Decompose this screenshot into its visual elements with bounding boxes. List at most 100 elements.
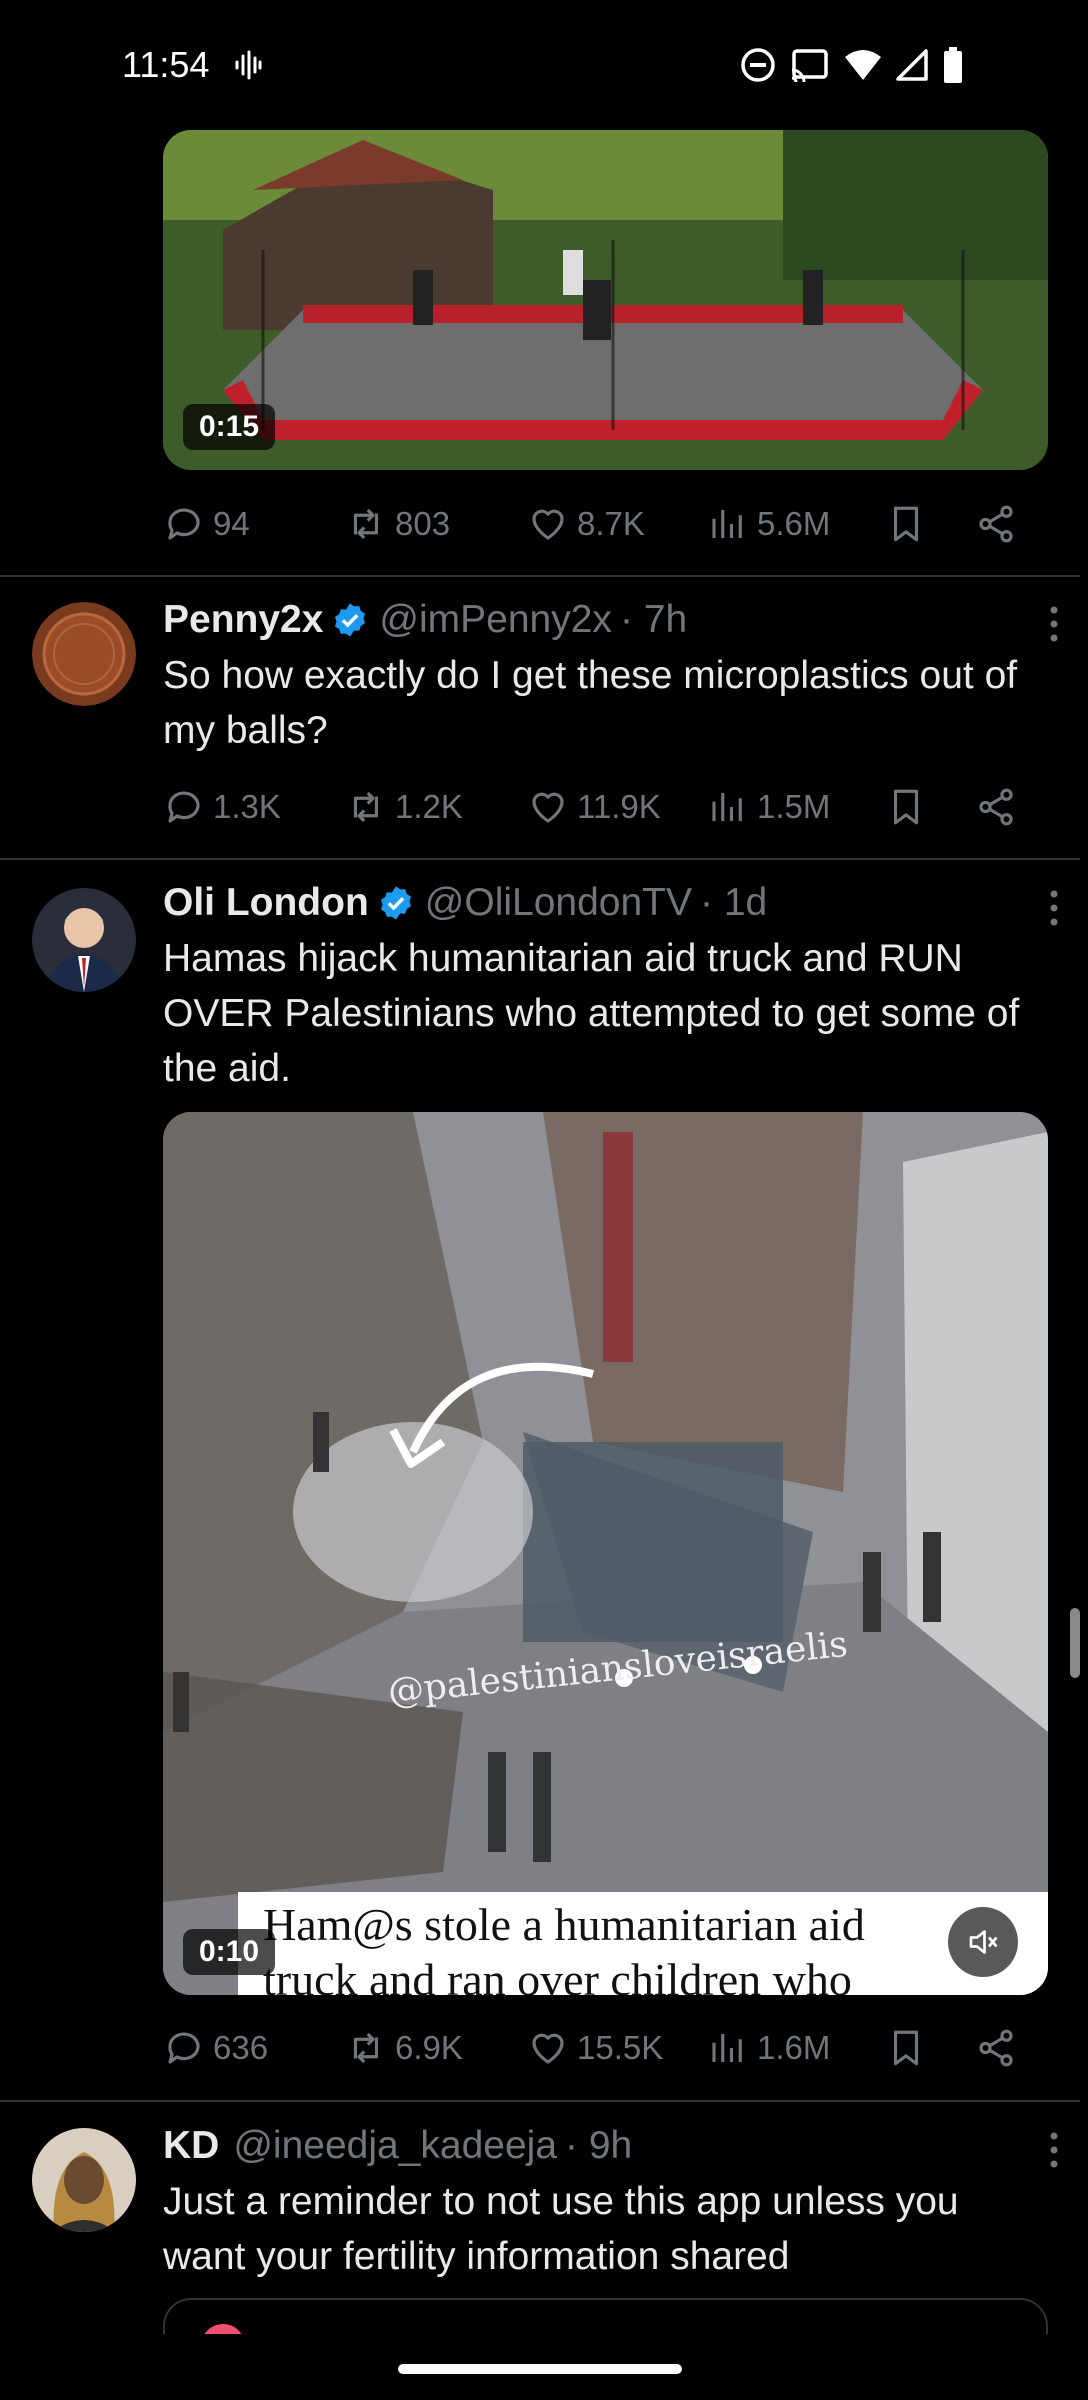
battery-icon xyxy=(944,47,962,83)
verified-badge-icon xyxy=(380,886,411,920)
reply-icon xyxy=(168,2032,200,2064)
tweet-divider xyxy=(0,858,1080,860)
repost-icon xyxy=(353,508,379,540)
like-button[interactable]: 8.7K xyxy=(527,503,707,545)
author-handle[interactable]: @OliLondonTV xyxy=(425,881,692,925)
share-button[interactable] xyxy=(975,503,1017,545)
repost-button[interactable]: 803 xyxy=(345,503,527,545)
heart-icon xyxy=(532,509,564,540)
like-count: 15.5K xyxy=(577,2029,664,2066)
tweet-actions: 636 6.9K 15.5K 1.6M xyxy=(163,2018,1043,2078)
like-button[interactable]: 11.9K xyxy=(527,786,707,828)
share-button[interactable] xyxy=(975,2027,1017,2069)
street-video-thumbnail xyxy=(163,1112,1048,1995)
reply-icon xyxy=(168,508,200,540)
video-duration: 0:15 xyxy=(183,404,276,450)
bookmark-icon xyxy=(893,789,919,825)
heart-icon xyxy=(532,2033,564,2064)
views-button[interactable]: 1.6M xyxy=(707,2027,885,2069)
tweet-text: Hamas hijack humanitarian aid truck and … xyxy=(163,937,1020,1090)
verified-badge-icon xyxy=(335,603,366,637)
bookmark-button[interactable] xyxy=(885,503,975,545)
like-count: 11.9K xyxy=(577,788,661,825)
author-handle[interactable]: @ineedja_kadeeja xyxy=(233,2124,557,2168)
bookmark-button[interactable] xyxy=(885,2027,975,2069)
caption-line: truck and ran over children who xyxy=(263,1954,852,1995)
bookmark-button[interactable] xyxy=(885,786,975,828)
tweet-time: · 1d xyxy=(700,881,768,924)
share-icon xyxy=(979,2029,1013,2067)
share-icon xyxy=(979,505,1013,543)
tweet-time: · 9h xyxy=(565,2124,633,2167)
timeline-feed[interactable]: 11:54 0:15 94 803 8.7K 5.6M Penny2x @imP… xyxy=(0,0,1088,2400)
muted-speaker-icon xyxy=(969,1930,998,1954)
author-handle[interactable]: @imPenny2x xyxy=(379,598,612,642)
do-not-disturb-icon xyxy=(741,48,775,82)
views-chart-icon xyxy=(712,510,742,538)
tweet-video[interactable]: @palestiniansloveisraelis Ham@s stole a … xyxy=(163,1112,1048,1995)
audio-waveform-icon xyxy=(235,50,262,80)
status-bar: 11:54 xyxy=(0,0,1088,130)
views-chart-icon xyxy=(712,793,742,821)
author-name[interactable]: Oli London xyxy=(163,881,369,925)
more-options-icon[interactable] xyxy=(1048,889,1060,927)
reply-button[interactable]: 94 xyxy=(163,503,345,545)
like-button[interactable]: 15.5K xyxy=(527,2027,707,2069)
video-duration: 0:10 xyxy=(183,1929,276,1975)
heart-icon xyxy=(532,792,564,823)
repost-count: 1.2K xyxy=(395,788,463,825)
tweet-actions: 1.3K 1.2K 11.9K 1.5M xyxy=(163,777,1043,837)
views-chart-icon xyxy=(712,2034,742,2062)
tweet-divider xyxy=(0,575,1080,577)
view-count: 5.6M xyxy=(757,505,831,542)
tweet-header: KD @ineedja_kadeeja · 9h xyxy=(163,2121,1023,2171)
author-name[interactable]: Penny2x xyxy=(163,598,323,642)
reply-count: 1.3K xyxy=(213,788,281,825)
repost-icon xyxy=(353,2032,379,2064)
share-icon xyxy=(979,788,1013,826)
cellular-signal-icon xyxy=(896,49,928,81)
views-button[interactable]: 5.6M xyxy=(707,503,885,545)
reply-icon xyxy=(168,791,200,823)
reply-button[interactable]: 636 xyxy=(163,2027,345,2069)
tweet-header: Oli London @OliLondonTV · 1d xyxy=(163,878,1023,928)
more-options-icon[interactable] xyxy=(1048,605,1060,643)
avatar[interactable] xyxy=(32,602,136,706)
view-count: 1.5M xyxy=(757,788,831,825)
scrollbar-thumb[interactable] xyxy=(1070,1608,1080,1678)
gesture-home-bar[interactable] xyxy=(398,2364,682,2374)
bookmark-icon xyxy=(893,2030,919,2066)
penny-coin-avatar xyxy=(32,602,136,706)
repost-button[interactable]: 6.9K xyxy=(345,2027,527,2069)
reply-count: 94 xyxy=(213,505,250,542)
video-caption: Ham@s stole a humanitarian aid truck and… xyxy=(263,1897,865,1995)
status-time: 11:54 xyxy=(122,44,210,85)
repost-count: 6.9K xyxy=(395,2029,463,2066)
avatar[interactable] xyxy=(32,888,136,992)
views-button[interactable]: 1.5M xyxy=(707,786,885,828)
wifi-icon xyxy=(845,50,881,80)
reply-button[interactable]: 1.3K xyxy=(163,786,345,828)
more-options-icon[interactable] xyxy=(1048,2131,1060,2169)
tweet-actions: 94 803 8.7K 5.6M xyxy=(163,494,1043,554)
tweet-video[interactable]: 0:15 xyxy=(163,130,1048,470)
caption-line: Ham@s stole a humanitarian aid xyxy=(263,1899,865,1950)
tweet-header: Penny2x @imPenny2x · 7h xyxy=(163,595,1023,645)
tweet-text: So how exactly do I get these microplast… xyxy=(163,654,1018,752)
tweet-divider xyxy=(0,2100,1080,2102)
share-button[interactable] xyxy=(975,786,1017,828)
cast-icon xyxy=(791,49,828,82)
trampoline-video-thumbnail xyxy=(163,130,1048,470)
bookmark-icon xyxy=(893,506,919,542)
avatar[interactable] xyxy=(32,2128,136,2232)
tweet-text: Just a reminder to not use this app unle… xyxy=(163,2180,959,2278)
quoted-card-preview[interactable] xyxy=(163,2298,1048,2338)
repost-count: 803 xyxy=(395,505,451,542)
person-avatar xyxy=(32,2128,136,2232)
mute-button[interactable] xyxy=(948,1907,1018,1977)
tweet-time: · 7h xyxy=(619,598,688,641)
person-avatar xyxy=(32,888,136,992)
repost-button[interactable]: 1.2K xyxy=(345,786,527,828)
reply-count: 636 xyxy=(213,2029,269,2066)
author-name[interactable]: KD xyxy=(163,2124,219,2168)
